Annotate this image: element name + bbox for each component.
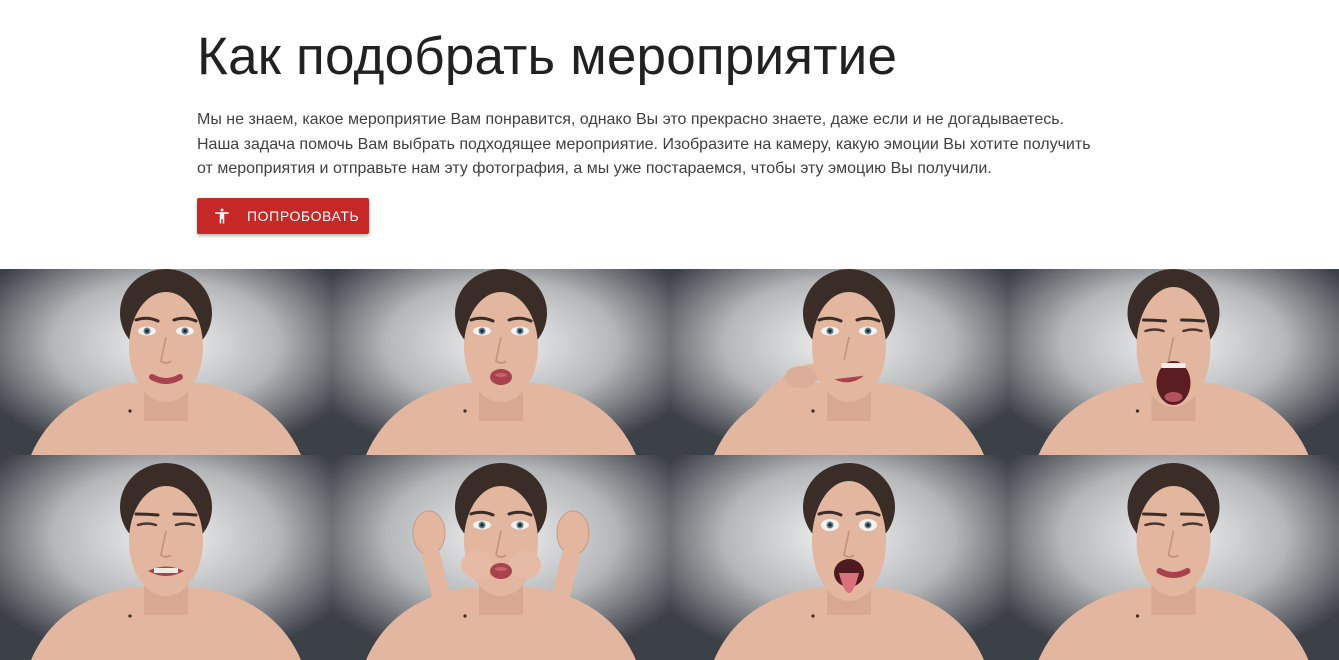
hero-description: Мы не знаем, какое мероприятие Вам понра…: [197, 108, 1157, 182]
emotion-photo-finger-mustache: [670, 269, 1008, 455]
emotion-photo-pout: [332, 269, 670, 455]
emotion-photo-squint: [1008, 455, 1339, 660]
emotion-gallery: [0, 269, 1339, 660]
emotion-photo-disgust: [0, 455, 332, 660]
description-line-3: от мероприятия и отправьте нам эту фотог…: [197, 160, 992, 177]
description-line-2: Наша задача помочь Вам выбрать подходяще…: [197, 135, 1091, 153]
emotion-photo-ear-pull: [332, 455, 670, 660]
description-line-1: Мы не знаем, какое мероприятие Вам понра…: [197, 111, 1065, 128]
try-button-label: ПОПРОБОВАТЬ: [247, 208, 360, 224]
emotion-photo-lip-bite: [0, 269, 332, 455]
page-title: Как подобрать мероприятие: [197, 27, 898, 86]
emotion-photo-tongue-out: [670, 455, 1008, 660]
try-button[interactable]: ПОПРОБОВАТЬ: [197, 198, 369, 234]
hero-section: Как подобрать мероприятие Мы не знаем, к…: [0, 0, 1339, 269]
accessibility-icon: [215, 208, 229, 224]
emotion-photo-scream: [1008, 269, 1339, 455]
